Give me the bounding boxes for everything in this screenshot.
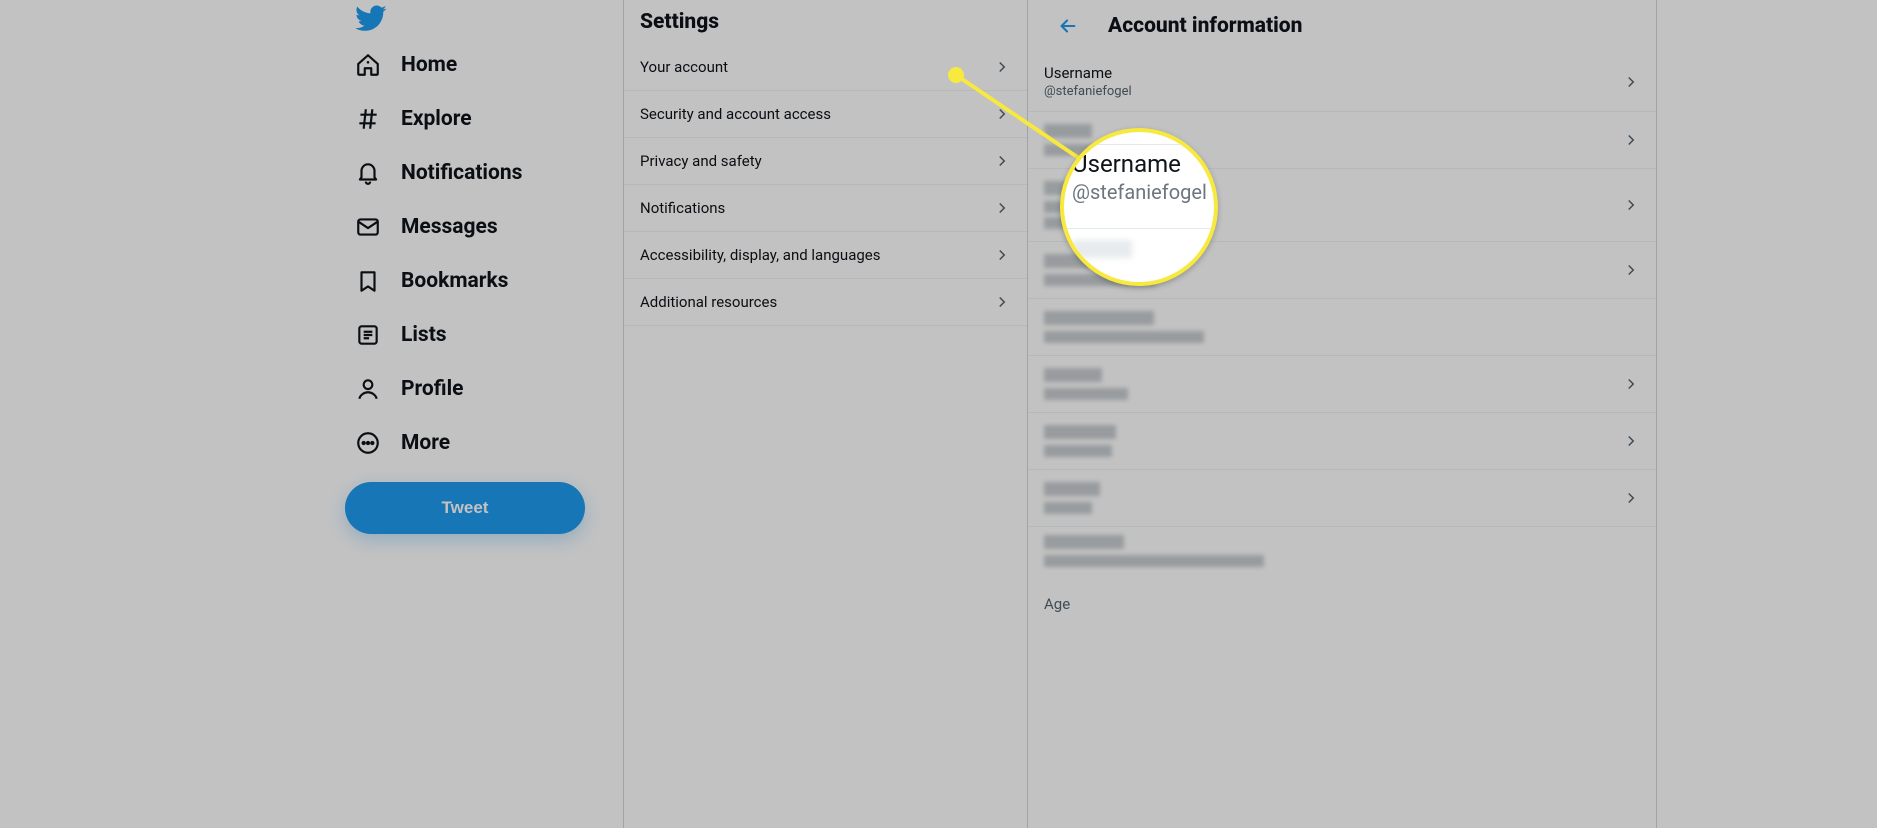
chevron-right-icon — [993, 152, 1011, 170]
chevron-right-icon — [1622, 73, 1640, 91]
chevron-right-icon — [1622, 196, 1640, 214]
nav-messages[interactable]: Messages — [345, 200, 623, 254]
nav-bookmarks[interactable]: Bookmarks — [345, 254, 623, 308]
username-label: Username — [1044, 64, 1132, 82]
list-icon — [355, 322, 381, 348]
nav-item-label: Notifications — [401, 161, 522, 185]
settings-item-label: Notifications — [640, 199, 725, 217]
nav-home[interactable]: Home — [345, 38, 623, 92]
settings-column: Settings Your account Security and accou… — [623, 0, 1028, 828]
back-button[interactable] — [1050, 8, 1086, 44]
account-row-redacted — [1028, 527, 1656, 583]
account-row-redacted[interactable] — [1028, 470, 1656, 527]
nav-item-label: Profile — [401, 377, 463, 401]
account-row-redacted[interactable] — [1028, 356, 1656, 413]
nav-lists[interactable]: Lists — [345, 308, 623, 362]
settings-item-label: Privacy and safety — [640, 152, 762, 170]
chevron-right-icon — [993, 246, 1011, 264]
settings-item-privacy[interactable]: Privacy and safety — [624, 138, 1027, 185]
settings-item-notifications[interactable]: Notifications — [624, 185, 1027, 232]
bookmark-icon — [355, 268, 381, 294]
nav-more[interactable]: More — [345, 416, 623, 470]
settings-title: Settings — [624, 0, 1027, 44]
primary-nav: Home Explore Notifications Messages Book — [220, 0, 623, 828]
account-row-redacted[interactable] — [1028, 112, 1656, 169]
nav-profile[interactable]: Profile — [345, 362, 623, 416]
nav-item-label: Messages — [401, 215, 498, 239]
settings-item-additional[interactable]: Additional resources — [624, 279, 1027, 326]
chevron-right-icon — [993, 199, 1011, 217]
chevron-right-icon — [1622, 489, 1640, 507]
chevron-right-icon — [1622, 375, 1640, 393]
settings-item-security[interactable]: Security and account access — [624, 91, 1027, 138]
hash-icon — [355, 106, 381, 132]
bell-icon — [355, 160, 381, 186]
nav-item-label: Lists — [401, 323, 447, 347]
settings-item-label: Accessibility, display, and languages — [640, 246, 880, 264]
nav-notifications[interactable]: Notifications — [345, 146, 623, 200]
home-icon — [355, 52, 381, 78]
settings-item-label: Security and account access — [640, 105, 831, 123]
chevron-right-icon — [993, 293, 1011, 311]
account-row-username[interactable]: Username @stefaniefogel — [1028, 52, 1656, 112]
chevron-right-icon — [1622, 432, 1640, 450]
more-icon — [355, 430, 381, 456]
chevron-right-icon — [993, 105, 1011, 123]
settings-item-label: Your account — [640, 58, 728, 76]
nav-item-label: Home — [401, 53, 457, 77]
settings-list: Your account Security and account access… — [624, 44, 1027, 326]
nav-item-label: Bookmarks — [401, 269, 508, 293]
account-info-title: Account information — [1108, 14, 1302, 38]
nav-explore[interactable]: Explore — [345, 92, 623, 146]
profile-icon — [355, 376, 381, 402]
account-info-column: Account information Username @stefaniefo… — [1028, 0, 1657, 828]
account-row-redacted — [1028, 299, 1656, 356]
chevron-right-icon — [993, 58, 1011, 76]
section-label-age: Age — [1028, 583, 1656, 613]
account-row-redacted[interactable] — [1028, 169, 1656, 242]
mail-icon — [355, 214, 381, 240]
account-row-redacted[interactable] — [1028, 413, 1656, 470]
username-value: @stefaniefogel — [1044, 84, 1132, 99]
account-row-redacted[interactable] — [1028, 242, 1656, 299]
chevron-right-icon — [1622, 261, 1640, 279]
settings-item-your-account[interactable]: Your account — [624, 44, 1027, 91]
settings-item-label: Additional resources — [640, 293, 777, 311]
tweet-button[interactable]: Tweet — [345, 482, 585, 534]
nav-item-label: Explore — [401, 107, 472, 131]
settings-item-accessibility[interactable]: Accessibility, display, and languages — [624, 232, 1027, 279]
twitter-logo-icon[interactable] — [355, 19, 387, 38]
nav-item-label: More — [401, 431, 450, 455]
chevron-right-icon — [1622, 131, 1640, 149]
